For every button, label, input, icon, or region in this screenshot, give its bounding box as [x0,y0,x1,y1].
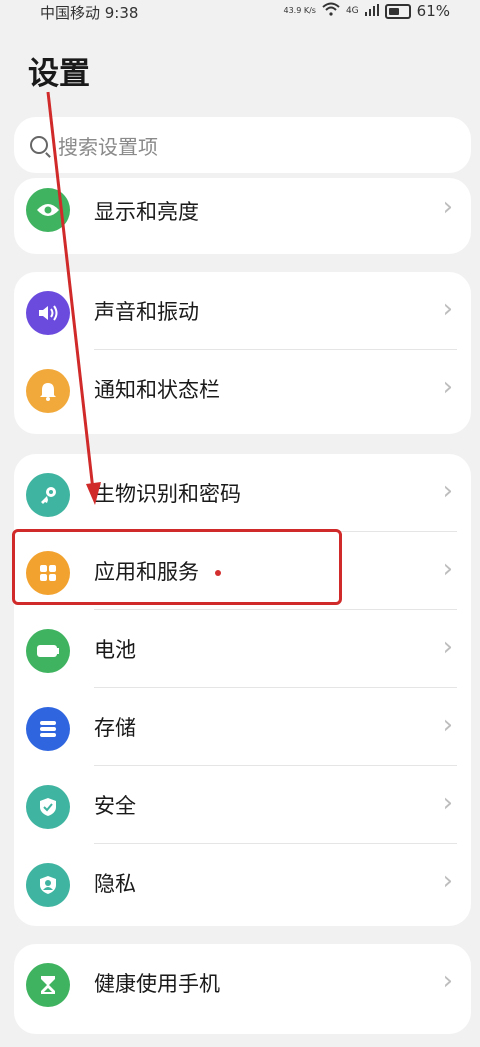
annotation-arrow [46,91,101,505]
